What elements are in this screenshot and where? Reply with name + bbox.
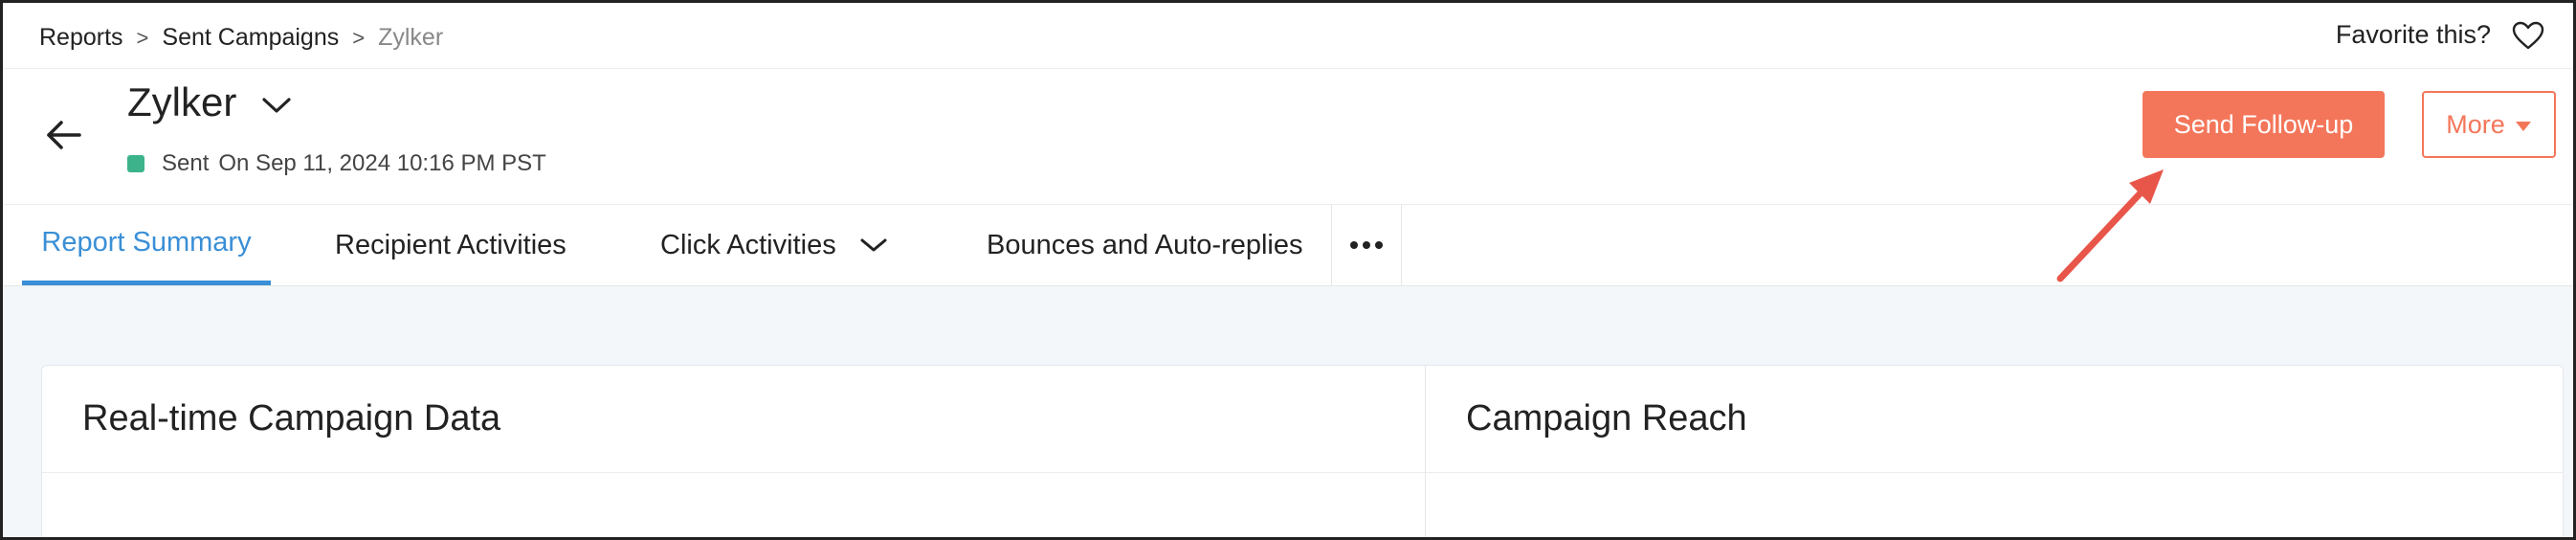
campaign-title-dropdown[interactable]: Zylker <box>127 79 292 125</box>
tab-report-summary[interactable]: Report Summary <box>22 205 271 285</box>
tab-label: Click Activities <box>660 229 836 260</box>
breadcrumb-sent-campaigns[interactable]: Sent Campaigns <box>162 24 339 52</box>
breadcrumb-reports[interactable]: Reports <box>39 24 123 52</box>
breadcrumb: Reports > Sent Campaigns > Zylker <box>39 24 443 52</box>
caret-down-icon <box>2515 122 2531 131</box>
status-indicator <box>127 155 144 172</box>
tab-bounces-auto-replies[interactable]: Bounces and Auto-replies <box>987 205 1303 285</box>
tab-recipient-activities[interactable]: Recipient Activities <box>335 205 566 285</box>
send-follow-up-button[interactable]: Send Follow-up <box>2143 91 2385 158</box>
top-bar: Reports > Sent Campaigns > Zylker Favori… <box>3 3 2573 69</box>
breadcrumb-separator: > <box>352 25 366 50</box>
campaign-header: Zylker Sent On Sep 11, 2024 10:16 PM PST… <box>3 68 2573 205</box>
more-label: More <box>2446 109 2505 139</box>
ellipsis-icon <box>1350 241 1383 249</box>
campaign-title: Zylker <box>127 79 237 124</box>
panel-title: Real-time Campaign Data <box>42 366 1425 473</box>
status-label: Sent <box>162 150 210 176</box>
tab-label: Bounces and Auto-replies <box>987 229 1303 260</box>
more-button[interactable]: More <box>2422 91 2556 158</box>
back-button[interactable] <box>45 118 83 152</box>
back-arrow-icon <box>47 121 81 149</box>
chevron-down-icon <box>860 238 887 252</box>
campaign-reach-panel: Campaign Reach <box>1425 365 2564 537</box>
breadcrumb-separator: > <box>136 25 149 50</box>
favorite-toggle[interactable]: Favorite this? <box>2336 20 2544 50</box>
tab-label: Report Summary <box>41 227 252 258</box>
panel-title: Campaign Reach <box>1426 366 2563 473</box>
tab-click-activities[interactable]: Click Activities <box>660 205 888 285</box>
report-content: Real-time Campaign Data Campaign Reach <box>3 286 2573 537</box>
breadcrumb-current: Zylker <box>378 24 444 51</box>
report-tabs: Report Summary Recipient Activities Clic… <box>3 205 2573 286</box>
heart-icon[interactable] <box>2512 21 2544 50</box>
sent-date: On Sep 11, 2024 10:16 PM PST <box>218 150 546 176</box>
realtime-data-panel: Real-time Campaign Data <box>41 365 1426 537</box>
chevron-down-icon <box>262 98 291 113</box>
tabs-overflow-button[interactable] <box>1331 205 1402 285</box>
favorite-label: Favorite this? <box>2335 20 2491 49</box>
tab-label: Recipient Activities <box>335 229 566 260</box>
app-window: Reports > Sent Campaigns > Zylker Favori… <box>0 0 2576 540</box>
campaign-status: Sent On Sep 11, 2024 10:16 PM PST <box>127 150 546 177</box>
